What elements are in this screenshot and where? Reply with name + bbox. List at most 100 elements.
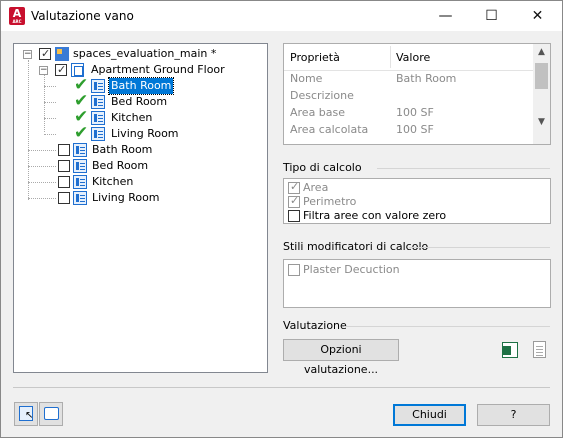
property-value: 100 SF (396, 123, 434, 136)
evaluation-heading: Valutazione (283, 319, 347, 332)
option-label: Filtra aree con valore zero (303, 209, 447, 222)
column-divider[interactable] (390, 46, 391, 68)
property-name: Area base (290, 106, 346, 119)
close-window-button[interactable]: ✕ (515, 1, 560, 31)
tree-item-label: Living Room (111, 127, 179, 140)
modifiers-list[interactable]: Plaster Decuction (283, 259, 551, 308)
window-title: Valutazione vano (31, 9, 134, 23)
space-icon (73, 175, 87, 189)
properties-scrollbar[interactable]: ▲ ▼ (533, 44, 550, 144)
scroll-thumb[interactable] (535, 63, 548, 89)
evaluation-options-button[interactable]: Opzioni valutazione... (283, 339, 399, 376)
property-value: Bath Room (396, 72, 457, 85)
tree-guide (28, 198, 56, 199)
tree-guide (28, 166, 56, 167)
property-row[interactable]: Descrizione (284, 88, 534, 105)
dialog-window: AARC Valutazione vano — ☐ ✕ − spaces_eva… (0, 0, 563, 438)
export-excel-button[interactable] (498, 338, 522, 362)
tree-item-label: Kitchen (111, 111, 153, 124)
scroll-up-icon[interactable]: ▲ (533, 44, 550, 61)
property-value: 100 SF (396, 106, 434, 119)
tree-item-living-room[interactable]: Living Room (14, 190, 264, 206)
tree-item-floor-living-room[interactable]: ✔ Living Room (14, 123, 264, 143)
property-row[interactable]: Area base 100 SF (284, 105, 534, 122)
help-button[interactable]: ? (477, 404, 550, 426)
section-divider (377, 168, 550, 169)
scroll-down-icon[interactable]: ▼ (533, 114, 550, 131)
tree-item-label: Kitchen (92, 175, 134, 188)
filter-zero-checkbox[interactable] (288, 210, 300, 222)
column-header-value[interactable]: Valore (396, 51, 430, 64)
root-checkbox[interactable] (39, 46, 51, 62)
tree-root-label: spaces_evaluation_main * (73, 47, 217, 60)
property-row[interactable]: Nome Bath Room (284, 71, 534, 88)
modifier-label: Plaster Decuction (303, 263, 400, 276)
close-button[interactable]: Chiudi (393, 404, 466, 426)
modifiers-heading: Stili modificatori di calcolo (283, 240, 429, 253)
perimeter-checkbox[interactable] (288, 194, 300, 208)
space-icon (73, 159, 87, 173)
tree-item-kitchen[interactable]: Kitchen (14, 174, 264, 190)
space-checkbox[interactable] (58, 160, 70, 172)
tree-guide (44, 134, 56, 135)
option-label: Perimetro (303, 195, 357, 208)
space-tree[interactable]: − spaces_evaluation_main * − Apartment G… (13, 43, 268, 373)
section-divider (409, 247, 550, 248)
calc-type-heading: Tipo di calcolo (283, 161, 362, 174)
space-checkbox[interactable] (58, 192, 70, 204)
tree-guide (28, 182, 56, 183)
tree-guide (44, 118, 56, 119)
tree-item-floor-kitchen[interactable]: ✔ Kitchen (14, 109, 264, 126)
area-checkbox[interactable] (288, 180, 300, 194)
excel-icon (502, 342, 518, 358)
tree-item-label: Bath Room (107, 77, 175, 95)
maximize-button[interactable]: ☐ (469, 1, 514, 31)
tree-item-floor-bath-room[interactable]: ✔ Bath Room (14, 77, 264, 95)
collapse-icon[interactable]: − (23, 50, 32, 59)
footer-divider (13, 387, 550, 388)
tree-item-label: Living Room (92, 191, 160, 204)
evaluated-check-icon: ✔ (74, 123, 89, 143)
tree-guide (44, 102, 56, 103)
tree-item-bed-room[interactable]: Bed Room (14, 158, 264, 174)
floor-checkbox[interactable] (55, 62, 67, 78)
calc-type-group: Area Perimetro Filtra aree con valore ze… (283, 178, 551, 224)
space-icon (91, 111, 105, 125)
collapse-icon[interactable]: − (39, 66, 48, 75)
project-icon (55, 47, 69, 61)
tree-guide (44, 86, 56, 87)
properties-header: Proprietà Valore (284, 44, 534, 71)
tree-root[interactable]: − spaces_evaluation_main * (14, 46, 264, 62)
space-icon (73, 143, 87, 157)
document-icon (533, 341, 546, 358)
modifier-checkbox[interactable] (288, 264, 300, 276)
title-bar[interactable]: A ARC Valutazione vano — ☐ ✕ (1, 1, 562, 31)
property-row[interactable]: Area calcolata 100 SF (284, 122, 534, 139)
space-icon (91, 95, 105, 109)
select-space-icon (19, 406, 33, 421)
section-divider (344, 326, 550, 327)
properties-grid[interactable]: Proprietà Valore Nome Bath Room Descrizi… (283, 43, 551, 145)
space-icon (91, 127, 105, 141)
tree-floor[interactable]: − Apartment Ground Floor (14, 62, 264, 78)
space-checkbox[interactable] (58, 144, 70, 156)
minimize-button[interactable]: — (423, 1, 468, 31)
column-header-property[interactable]: Proprietà (290, 51, 340, 64)
space-tag-button[interactable] (39, 402, 63, 426)
tag-icon (44, 407, 59, 420)
tree-item-label: Bath Room (92, 143, 153, 156)
tree-floor-label: Apartment Ground Floor (91, 63, 225, 76)
autocad-app-icon: A ARC (9, 7, 25, 25)
space-checkbox[interactable] (58, 176, 70, 188)
tree-guide (28, 150, 56, 151)
property-name: Descrizione (290, 89, 354, 102)
tree-item-label: Bed Room (111, 95, 168, 108)
property-name: Area calcolata (290, 123, 369, 136)
space-icon (73, 191, 87, 205)
export-document-button[interactable] (527, 338, 551, 362)
select-spaces-button[interactable] (14, 402, 38, 426)
property-name: Nome (290, 72, 323, 85)
tree-item-floor-bed-room[interactable]: ✔ Bed Room (14, 93, 264, 110)
tree-item-label: Bed Room (92, 159, 149, 172)
tree-item-bath-room[interactable]: Bath Room (14, 142, 264, 158)
